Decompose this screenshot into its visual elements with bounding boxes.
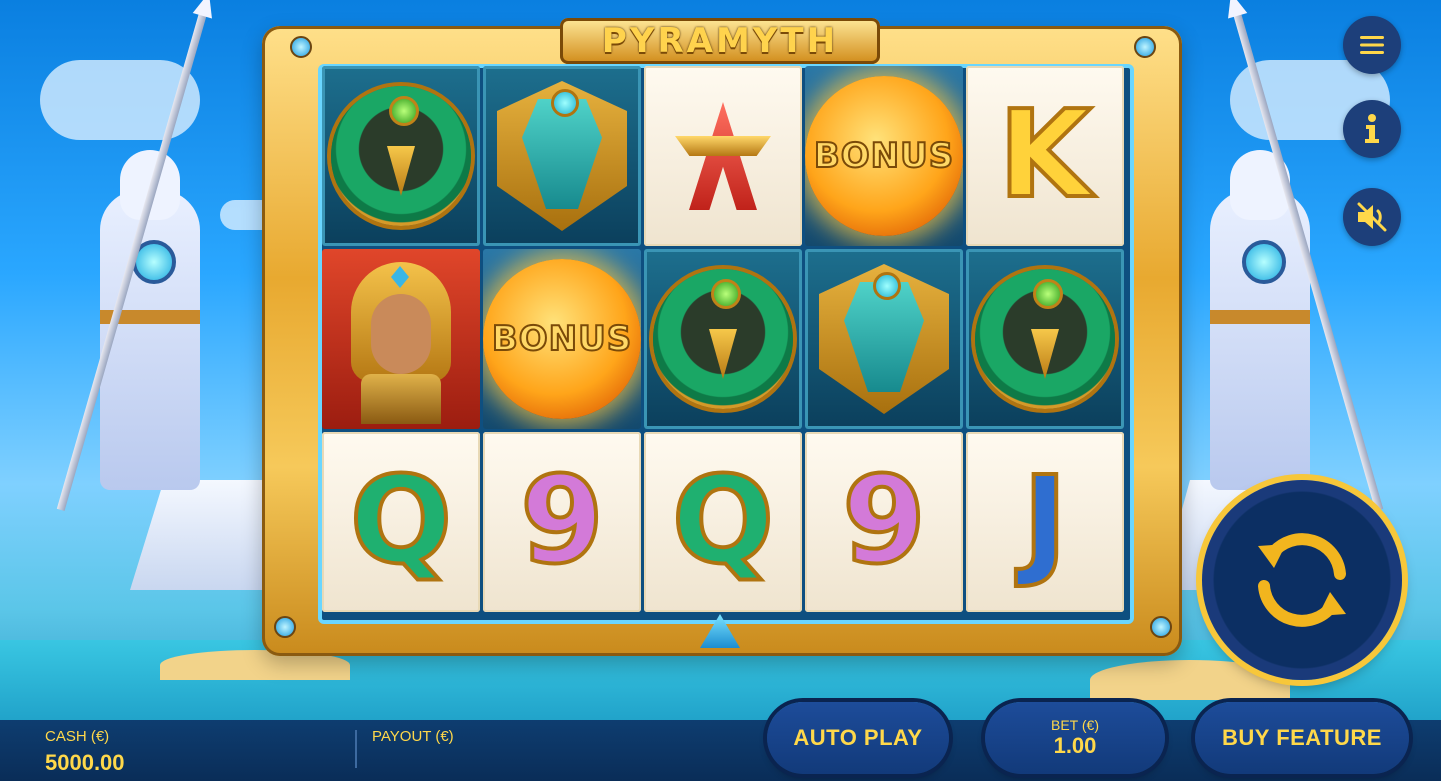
reel-4-row-3-symbol-9: 9 <box>805 432 963 612</box>
game-scene: PYRAMYTH BONUS K BONUS Q 9 Q 9 J CASH (€… <box>0 0 1441 781</box>
buy-feature-button[interactable]: BUY FEATURE <box>1195 702 1409 774</box>
reel-1-row-3-symbol-q: Q <box>322 432 480 612</box>
nine-letter: 9 <box>840 452 927 591</box>
sobek-shield-icon <box>497 81 627 231</box>
auto-play-button[interactable]: AUTO PLAY <box>767 702 949 774</box>
j-letter: J <box>1021 452 1070 591</box>
info-button[interactable] <box>1343 100 1401 158</box>
spin-arrows-icon <box>1258 533 1346 627</box>
a-letter-icon <box>675 96 771 216</box>
buy-feature-label: BUY FEATURE <box>1222 725 1382 750</box>
reel-3-row-2-symbol-horus <box>644 249 802 429</box>
k-letter: K <box>997 86 1094 225</box>
reel-2-row-3-symbol-9: 9 <box>483 432 641 612</box>
nine-letter: 9 <box>518 452 605 591</box>
info-icon <box>1365 114 1379 143</box>
reel-2-row-1-symbol-sobek <box>483 66 641 246</box>
queen-portrait-icon <box>331 254 471 424</box>
auto-play-label: AUTO PLAY <box>793 725 923 750</box>
bet-label: BET (€) <box>1051 717 1099 733</box>
footer-divider <box>355 730 357 768</box>
horus-medallion-icon <box>653 269 793 409</box>
bet-selector-button[interactable]: BET (€) 1.00 <box>985 702 1165 774</box>
spin-button[interactable] <box>1202 480 1402 680</box>
reel-3-row-3-symbol-q: Q <box>644 432 802 612</box>
reel-1-row-1-symbol-horus <box>322 66 480 246</box>
horus-medallion-icon <box>331 86 471 226</box>
reel-4-row-1-symbol-bonus: BONUS <box>805 66 963 246</box>
q-letter: Q <box>670 452 776 591</box>
bonus-label: BONUS <box>813 135 955 177</box>
sobek-shield-icon <box>819 264 949 414</box>
reel-5-row-3-symbol-j: J <box>966 432 1124 612</box>
reel-2-row-2-symbol-bonus: BONUS <box>483 249 641 429</box>
bonus-label: BONUS <box>491 318 633 360</box>
reel-5-row-2-symbol-horus <box>966 249 1124 429</box>
bet-value: 1.00 <box>1053 733 1097 758</box>
game-logo: PYRAMYTH <box>560 18 880 64</box>
cash-label: CASH (€) <box>45 728 110 745</box>
sound-muted-icon <box>1357 202 1387 232</box>
q-letter: Q <box>348 452 454 591</box>
menu-button[interactable] <box>1343 16 1401 74</box>
reel-1-row-2-symbol-queen <box>322 249 480 429</box>
bonus-sun-icon: BONUS <box>805 76 963 236</box>
bonus-sun-icon: BONUS <box>483 259 641 419</box>
reel-4-row-2-symbol-sobek <box>805 249 963 429</box>
cash-value: 5000.00 <box>45 750 125 775</box>
sound-toggle-button[interactable] <box>1343 188 1401 246</box>
horus-medallion-icon <box>975 269 1115 409</box>
reel-grid: BONUS K BONUS Q 9 Q 9 J <box>322 66 1124 612</box>
reel-3-row-1-symbol-a <box>644 66 802 246</box>
payout-label: PAYOUT (€) <box>372 728 454 745</box>
reel-5-row-1-symbol-k: K <box>966 66 1124 246</box>
hamburger-menu-icon <box>1360 36 1384 54</box>
